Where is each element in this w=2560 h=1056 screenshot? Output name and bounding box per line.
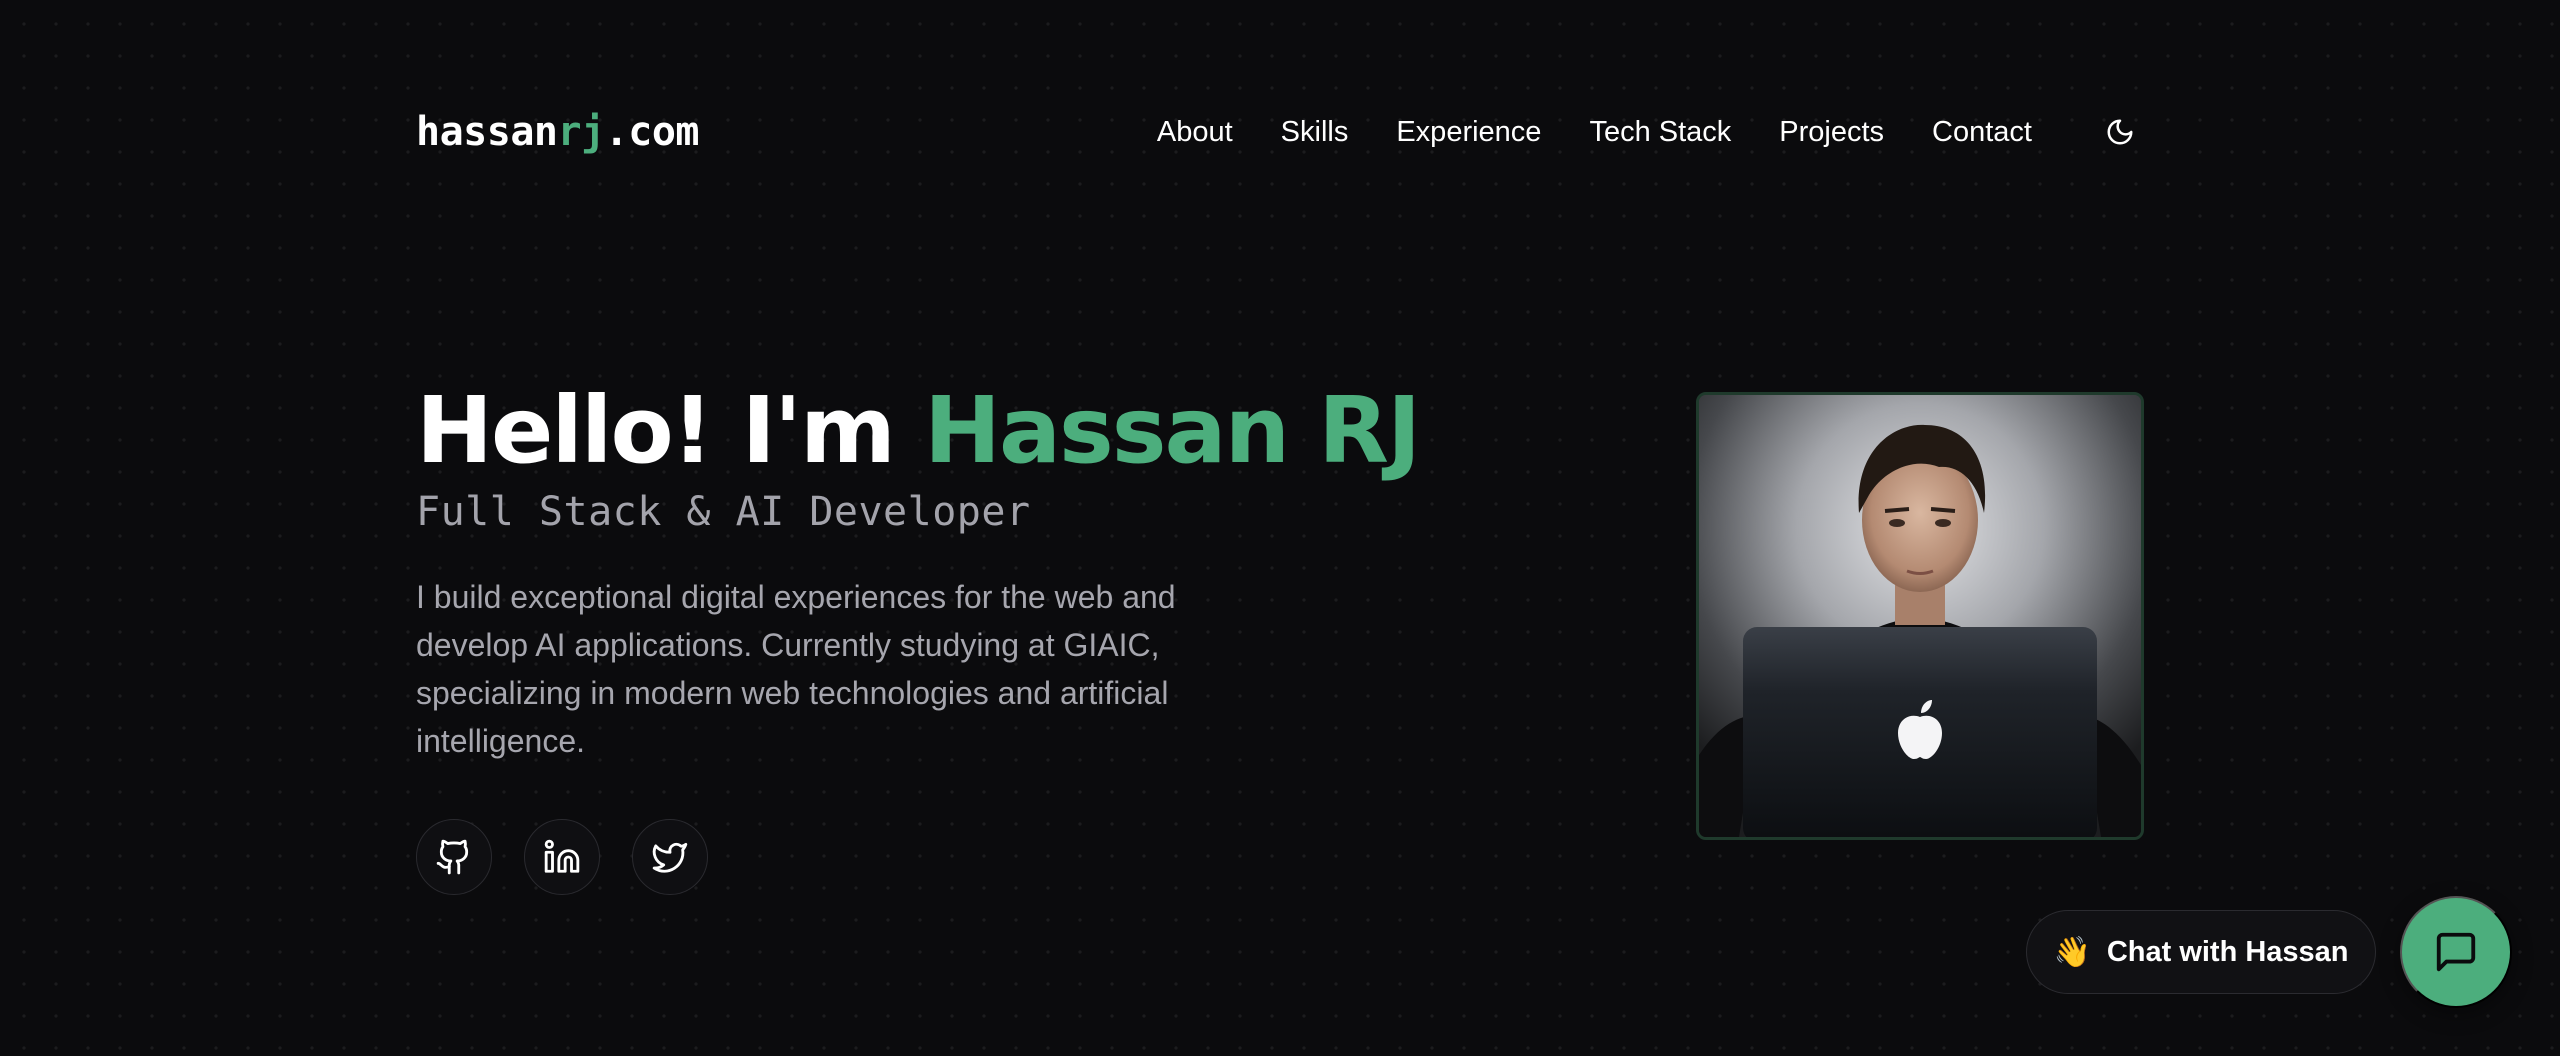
nav-link-experience[interactable]: Experience	[1396, 116, 1541, 149]
nav-right: About Skills Experience Tech Stack Proje…	[1157, 108, 2144, 156]
hero-greeting: Hello! I'm	[416, 377, 924, 484]
logo-prefix: hassan	[416, 109, 558, 155]
twitter-link[interactable]	[632, 819, 708, 896]
site-header: hassanrj.com About Skills Experience Tec…	[416, 104, 2144, 160]
nav-link-contact[interactable]: Contact	[1932, 116, 2032, 149]
chat-with-hassan-button[interactable]: 👋 Chat with Hassan	[2026, 910, 2376, 994]
nav-link-skills[interactable]: Skills	[1281, 116, 1349, 149]
hero-section: Hello! I'm Hassan RJ Full Stack & AI Dev…	[416, 377, 1421, 896]
chat-label: Chat with Hassan	[2106, 935, 2349, 968]
social-links	[416, 819, 1376, 896]
hero-subtitle: Full Stack & AI Developer	[416, 489, 1031, 536]
linkedin-icon	[544, 839, 580, 873]
linkedin-link[interactable]	[524, 819, 600, 896]
site-logo[interactable]: hassanrj.com	[416, 109, 700, 155]
nav-link-about[interactable]: About	[1157, 116, 1233, 149]
logo-suffix: .com	[604, 109, 700, 155]
twitter-icon	[652, 843, 688, 873]
theme-toggle-button[interactable]	[2096, 108, 2144, 156]
hero-description: I build exceptional digital experiences …	[416, 579, 1176, 760]
github-icon	[436, 839, 469, 875]
hero-title: Hello! I'm Hassan RJ	[416, 377, 1421, 484]
github-link[interactable]	[416, 819, 492, 896]
wave-emoji-icon: 👋	[2053, 934, 2091, 970]
moon-icon	[2107, 119, 2133, 145]
chat-bubble-icon	[2436, 932, 2476, 972]
profile-photo	[1696, 392, 2144, 840]
main-nav: About Skills Experience Tech Stack Proje…	[1157, 116, 2032, 149]
hero-name: Hassan RJ	[923, 377, 1421, 484]
nav-link-projects[interactable]: Projects	[1779, 116, 1884, 149]
nav-link-tech-stack[interactable]: Tech Stack	[1589, 116, 1731, 149]
profile-photo-illustration	[1699, 395, 2141, 837]
logo-accent: rj	[557, 109, 606, 155]
chat-open-button[interactable]	[2400, 896, 2512, 1008]
